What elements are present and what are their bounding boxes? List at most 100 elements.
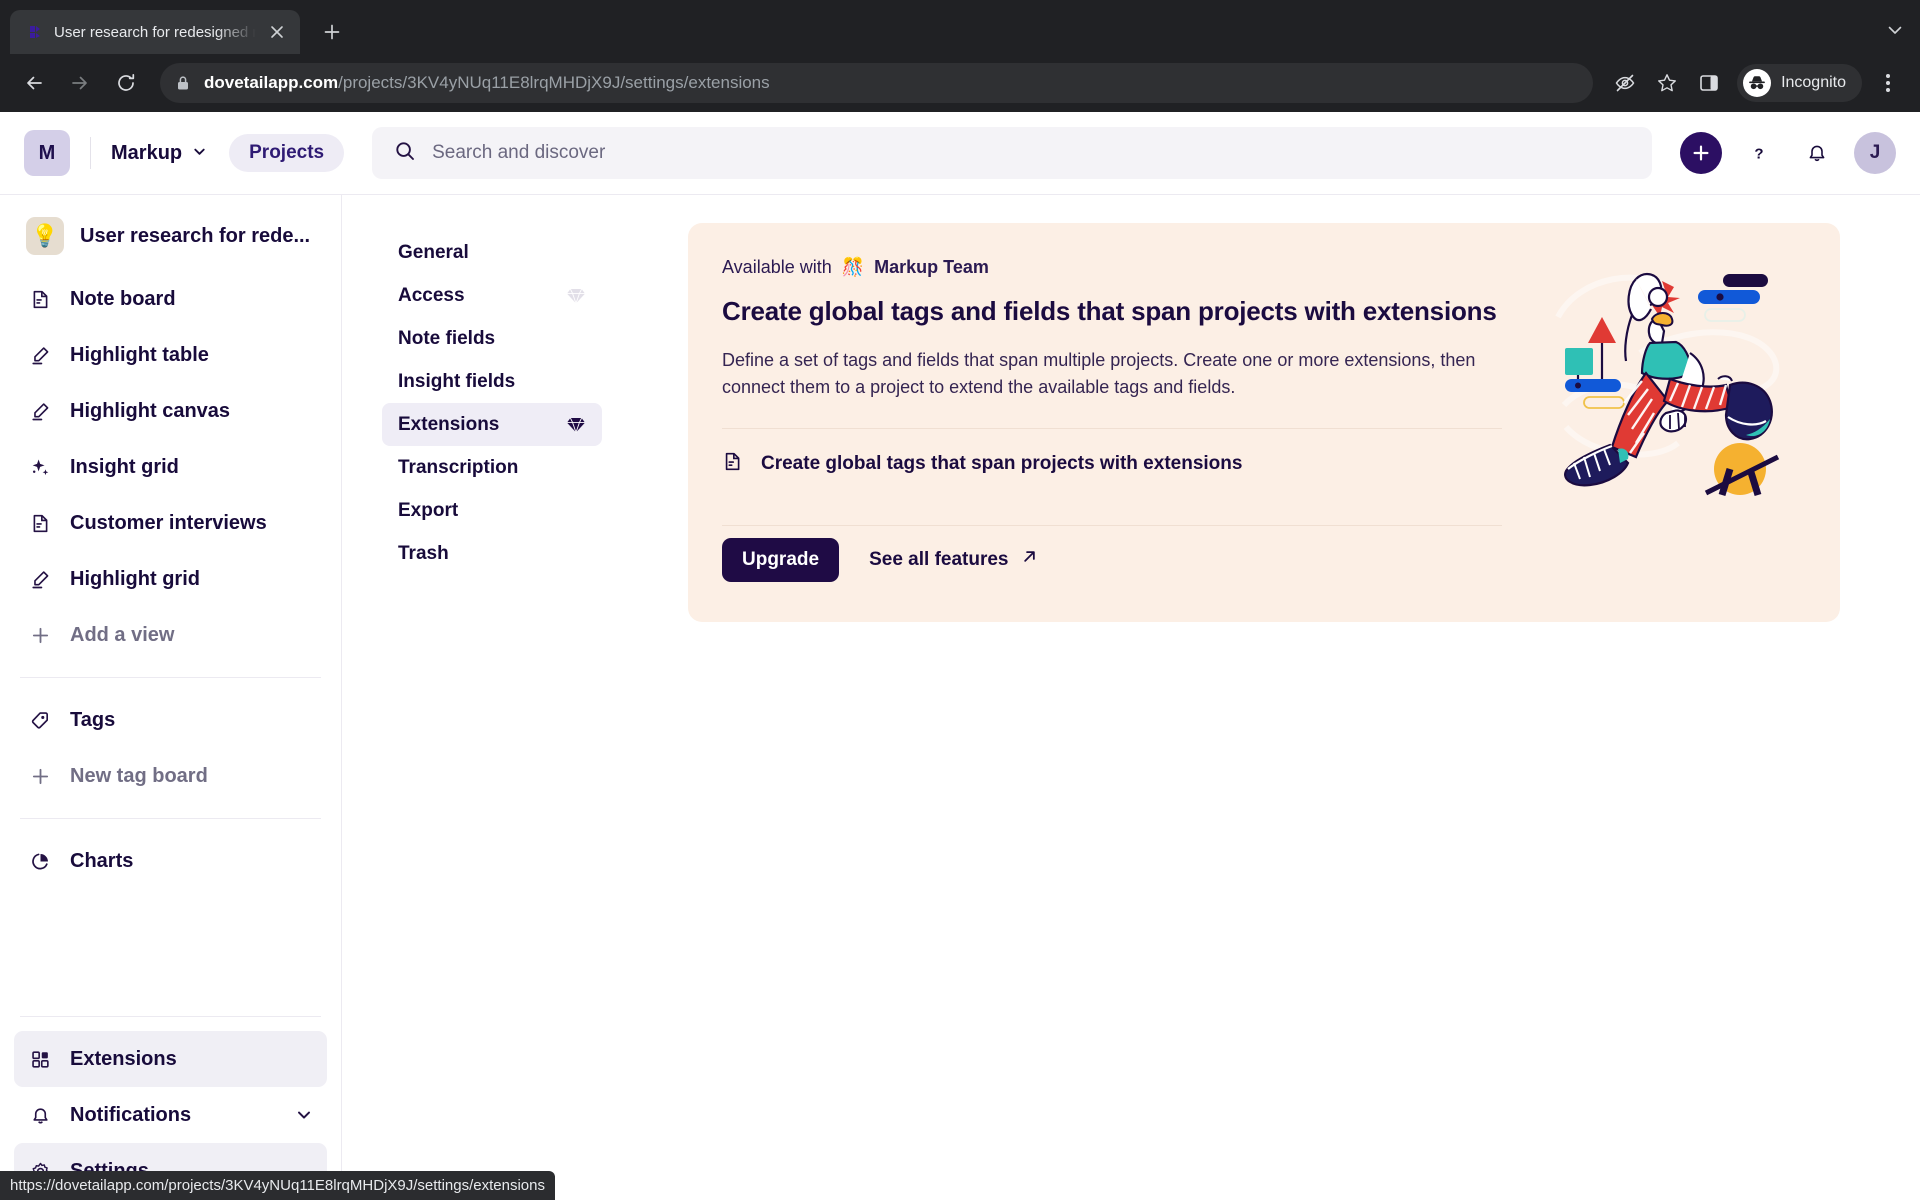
settings-nav-trash[interactable]: Trash [382,532,602,575]
browser-chrome: User research for redesigned m dovetaila… [0,0,1920,112]
settings-nav-general[interactable]: General [382,231,602,274]
doc-icon [722,451,743,477]
sparkle-icon [28,455,52,479]
back-arrow-icon[interactable] [14,63,54,103]
kebab-menu-icon[interactable] [1870,65,1906,101]
tab-list-menu-button[interactable] [1886,21,1904,44]
sidebar-item-customer-interviews[interactable]: Customer interviews [14,495,327,551]
forward-arrow-icon[interactable] [60,63,100,103]
sidebar-item-tags[interactable]: Tags [14,692,327,748]
sidebar-item-highlight-table[interactable]: Highlight table [14,327,327,383]
project-sidebar: 💡 User research for rede... Note board H… [0,194,342,1200]
settings-pane: General Access Note fields Insight field… [342,194,1920,1200]
running-person-illustration [1555,273,1780,497]
bell-icon [28,1103,52,1127]
promo-resource-link[interactable]: Create global tags that span projects wi… [722,429,1540,499]
promo-availability: Available with 🎊 Markup Team [722,257,1540,278]
promo-illustration [1550,257,1800,582]
notifications-button[interactable] [1796,132,1838,174]
sidebar-item-label: Note board [70,287,176,310]
app-header: M Markup Projects Search and discover ? … [0,112,1920,194]
sidebar-item-label: Tags [70,708,116,731]
gem-icon [566,416,586,434]
address-bar-text: dovetailapp.com/projects/3KV4yNUq11E8lrq… [204,73,770,93]
tag-icon [28,708,52,732]
sidebar-add-view-button[interactable]: Add a view [14,607,327,663]
reload-icon[interactable] [106,63,146,103]
workspace-badge[interactable]: M [24,130,70,176]
status-bar-url: https://dovetailapp.com/projects/3KV4yNU… [0,1171,555,1200]
user-avatar[interactable]: J [1854,132,1896,174]
projects-tab[interactable]: Projects [229,134,345,172]
create-button[interactable] [1680,132,1722,174]
sidebar-item-notifications[interactable]: Notifications [14,1087,327,1143]
settings-nav-label: Export [398,499,459,521]
promo-availability-prefix: Available with [722,257,832,277]
incognito-indicator[interactable]: Incognito [1737,64,1862,102]
sidebar-item-highlight-grid[interactable]: Highlight grid [14,551,327,607]
settings-nav: General Access Note fields Insight field… [382,223,602,1200]
settings-nav-export[interactable]: Export [382,489,602,532]
address-bar[interactable]: dovetailapp.com/projects/3KV4yNUq11E8lrq… [160,63,1594,103]
sidebar-item-label: Charts [70,849,134,872]
star-icon[interactable] [1649,65,1685,101]
sidebar-item-label: Highlight table [70,343,209,366]
settings-nav-transcription[interactable]: Transcription [382,446,602,489]
lock-icon [176,75,192,91]
chevron-down-icon [192,142,207,165]
promo-resource-label: Create global tags that span projects wi… [761,452,1243,474]
search-icon [394,140,416,167]
sidebar-divider [20,1016,321,1017]
browser-tab[interactable]: User research for redesigned m [10,10,300,54]
sidebar-new-tag-board-button[interactable]: New tag board [14,748,327,804]
close-icon[interactable] [266,21,288,43]
sidebar-item-label: New tag board [70,764,208,787]
sidebar-item-label: Highlight grid [70,567,200,590]
sidebar-item-label: Highlight canvas [70,399,231,422]
upgrade-button[interactable]: Upgrade [722,537,840,582]
settings-nav-label: Trash [398,542,449,564]
side-panel-icon[interactable] [1691,65,1727,101]
workspace-switcher[interactable]: Markup [111,142,207,165]
see-all-features-label: See all features [869,548,1009,570]
plus-icon [28,623,52,647]
incognito-label: Incognito [1781,74,1846,91]
highlighter-icon [28,399,52,423]
settings-nav-insight-fields[interactable]: Insight fields [382,360,602,403]
project-emoji-icon: 💡 [26,217,64,255]
sidebar-item-insight-grid[interactable]: Insight grid [14,439,327,495]
project-header[interactable]: 💡 User research for rede... [14,195,327,271]
omnibox-toolbar: dovetailapp.com/projects/3KV4yNUq11E8lrq… [0,54,1920,112]
upgrade-promo-card: Available with 🎊 Markup Team Create glob… [688,223,1840,622]
external-link-arrow-icon [1021,548,1038,571]
sidebar-item-note-board[interactable]: Note board [14,271,327,327]
pie-chart-icon [28,849,52,873]
new-tab-button[interactable] [314,14,350,50]
header-actions: ? J [1680,132,1896,174]
sidebar-item-extensions[interactable]: Extensions [14,1031,327,1087]
sidebar-item-label: Insight grid [70,455,179,478]
sidebar-item-charts[interactable]: Charts [14,833,327,889]
promo-main: Available with 🎊 Markup Team Create glob… [722,257,1540,582]
page: User research for redesigned m dovetaila… [0,0,1920,1200]
highlighter-icon [28,567,52,591]
promo-divider [722,524,1502,526]
see-all-features-link[interactable]: See all features [853,538,1053,582]
settings-content: Available with 🎊 Markup Team Create glob… [602,223,1920,1200]
sidebar-item-highlight-canvas[interactable]: Highlight canvas [14,383,327,439]
settings-nav-extensions[interactable]: Extensions [382,403,602,446]
settings-nav-note-fields[interactable]: Note fields [382,317,602,360]
gem-icon [566,287,586,305]
plan-emoji-icon: 🎊 [841,257,865,277]
url-path: /projects/3KV4yNUq11E8lrqMHDjX9J/setting… [338,73,770,92]
eye-off-icon[interactable] [1607,65,1643,101]
dovetail-logo-icon [26,23,44,41]
search-input[interactable]: Search and discover [372,127,1652,179]
help-button[interactable]: ? [1738,132,1780,174]
incognito-icon [1743,69,1772,97]
app-root: M Markup Projects Search and discover ? … [0,112,1920,1200]
chevron-down-icon[interactable] [295,1106,313,1124]
promo-body: Define a set of tags and fields that spa… [722,350,1476,398]
settings-nav-access[interactable]: Access [382,274,602,317]
